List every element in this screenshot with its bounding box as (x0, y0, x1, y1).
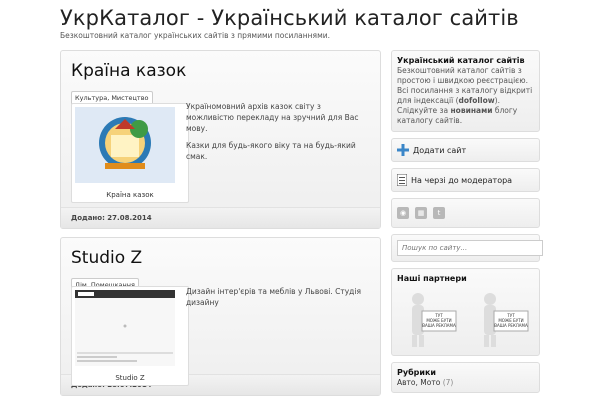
post-card: Країна казок Культура, Мистецтво Країна … (60, 50, 381, 229)
post-excerpt-line: Казки для будь-якого віку та на будь-яки… (186, 141, 356, 161)
post-excerpt: Україномовний архів казок світу з можлив… (186, 101, 366, 168)
list-icon (397, 174, 407, 186)
plus-icon (397, 144, 409, 156)
search-input[interactable] (397, 240, 543, 256)
dofollow-text: dofollow (458, 96, 495, 105)
thumbnail-caption: Країна казок (106, 191, 154, 199)
post-date: Додано: 27.08.2014 (61, 207, 380, 228)
partner-ad-text: ВАША РЕКЛАМА (494, 323, 528, 328)
queue-link[interactable]: На черзі до модератора (397, 174, 534, 186)
post-excerpt: Дизайн інтер'єрів та меблів у Львові. Ст… (186, 286, 376, 314)
studio-thumbnail-image (75, 290, 175, 366)
rubrics-box: Рубрики Авто, Мото (7) (391, 362, 540, 393)
partners-title: Наші партнери (397, 274, 467, 283)
about-line: Всі посилання з каталогу відкриті для ін… (397, 86, 534, 106)
post-title[interactable]: Країна казок (71, 61, 370, 81)
partner-ad-text: ВАША РЕКЛАМА (422, 323, 456, 328)
rubric-item: Авто, Мото (7) (397, 378, 534, 387)
delicious-icon[interactable]: ▦ (415, 207, 427, 219)
about-line-part: ). (494, 96, 500, 105)
post-excerpt-line: Україномовний архів казок світу з можлив… (186, 102, 359, 133)
partner-ad-banner[interactable]: ТУТ МОЖЕ БУТИ ВАША РЕКЛАМА (400, 289, 460, 349)
queue-box: На черзі до модератора (391, 168, 540, 192)
fairy-tale-thumbnail-image (75, 107, 175, 183)
about-text: Безкоштовний каталог сайтів з простою і … (397, 66, 534, 126)
add-site-label: Додати сайт (413, 145, 467, 155)
site-description: Безкоштовний каталог українських сайтів … (60, 31, 330, 40)
partners-box: Наші партнери ТУТ МОЖЕ БУТИ ВАША РЕКЛАМА… (391, 268, 540, 356)
post-thumbnail[interactable]: Studio Z (71, 286, 189, 386)
about-line: Безкоштовний каталог сайтів з простою і … (397, 66, 529, 85)
twitter-icon[interactable]: t (433, 207, 445, 219)
add-site-box: Додати сайт (391, 138, 540, 162)
about-line: Слідкуйте за новинами блогу каталогу сай… (397, 106, 534, 126)
rss-icon[interactable]: ◉ (397, 207, 409, 219)
rubric-count: (7) (442, 378, 454, 387)
social-links: ◉ ▦ t (391, 198, 540, 228)
post-excerpt-line: Дизайн інтер'єрів та меблів у Львові. Ст… (186, 287, 361, 307)
post-thumbnail[interactable]: Країна казок (71, 103, 189, 203)
rubric-link[interactable]: Авто, Мото (397, 378, 440, 387)
about-box: Український каталог сайтів Безкоштовний … (391, 50, 540, 132)
rubrics-title: Рубрики (397, 368, 437, 377)
search-box (391, 234, 543, 262)
queue-label: На черзі до модератора (411, 175, 513, 185)
news-link[interactable]: новинами (450, 106, 492, 115)
add-site-button[interactable]: Додати сайт (397, 144, 534, 156)
about-title: Український каталог сайтів (397, 56, 525, 65)
about-line-part: Слідкуйте за (397, 106, 451, 115)
post-card: Studio Z Дім, Помешкання Studio Z Дизайн… (60, 237, 381, 396)
post-list: Країна казок Культура, Мистецтво Країна … (60, 50, 381, 404)
partner-ad-banner[interactable]: ТУТ МОЖЕ БУТИ ВАША РЕКЛАМА (472, 289, 532, 349)
thumbnail-caption: Studio Z (115, 374, 145, 382)
sidebar: Український каталог сайтів Безкоштовний … (391, 50, 543, 399)
post-title[interactable]: Studio Z (71, 248, 370, 268)
site-title[interactable]: УкрКаталог - Український каталог сайтів (60, 6, 519, 30)
